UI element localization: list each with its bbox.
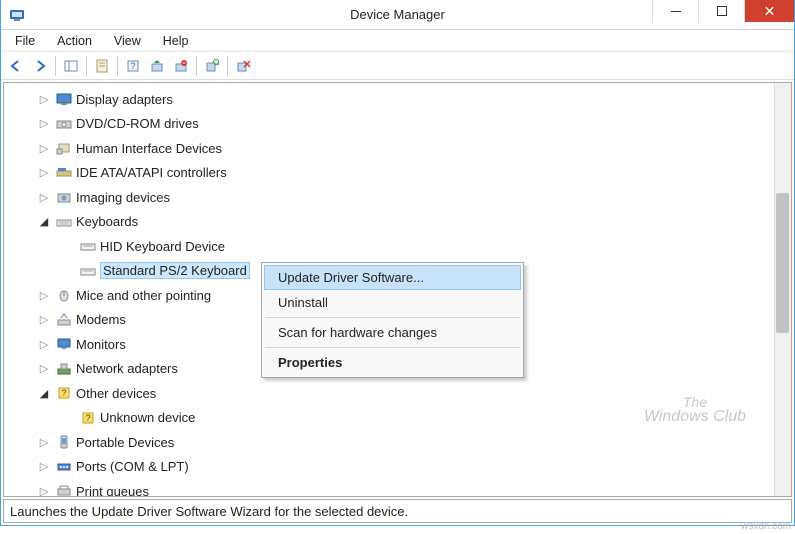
display-icon [56,91,72,107]
source-label: wsxdn.com [741,521,791,532]
scrollbar-thumb[interactable] [776,193,789,333]
svg-text:?: ? [85,413,90,423]
update-driver-button[interactable] [146,55,168,77]
show-hide-tree-button[interactable] [60,55,82,77]
ctx-separator [265,317,520,318]
scan-hardware-button[interactable] [201,55,223,77]
menu-action[interactable]: Action [47,32,102,50]
menu-help[interactable]: Help [153,32,199,50]
statusbar: Launches the Update Driver Software Wiza… [3,499,792,523]
keyboard-icon [56,214,72,230]
mouse-icon [56,287,72,303]
menu-view[interactable]: View [104,32,151,50]
context-menu: Update Driver Software... Uninstall Scan… [261,262,524,378]
status-text: Launches the Update Driver Software Wiza… [10,504,408,519]
monitor-icon [56,336,72,352]
tree-node-hid-keyboard[interactable]: HID Keyboard Device [80,234,791,259]
hid-icon [56,140,72,156]
disable-button[interactable] [232,55,254,77]
tree-node-ports[interactable]: ▷Ports (COM & LPT) [56,455,791,480]
modem-icon [56,312,72,328]
tree-node-print[interactable]: ▷Print queues [56,479,791,497]
toolbar: ? [1,52,794,80]
camera-icon [56,189,72,205]
network-icon [56,361,72,377]
tree-node-imaging[interactable]: ▷Imaging devices [56,185,791,210]
uninstall-button[interactable] [170,55,192,77]
tree-node-hid[interactable]: ▷Human Interface Devices [56,136,791,161]
back-button[interactable] [5,55,27,77]
properties-button[interactable] [91,55,113,77]
tree-node-unknown-device[interactable]: ?Unknown device [80,406,791,431]
tree-node-keyboards[interactable]: ◢Keyboards [56,210,791,235]
ctx-separator [265,347,520,348]
tree-node-display-adapters[interactable]: ▷Display adapters [56,87,791,112]
vertical-scrollbar[interactable] [774,83,791,496]
unknown-device-icon: ? [80,410,96,426]
titlebar[interactable]: Device Manager ✕ [1,0,794,30]
disc-drive-icon [56,116,72,132]
help-button[interactable]: ? [122,55,144,77]
svg-text:?: ? [61,388,66,398]
printer-icon [56,483,72,497]
svg-text:?: ? [130,61,135,71]
ports-icon [56,459,72,475]
other-devices-icon: ? [56,385,72,401]
ctx-uninstall[interactable]: Uninstall [264,290,521,315]
tree-node-ide[interactable]: ▷IDE ATA/ATAPI controllers [56,161,791,186]
keyboard-icon [80,238,96,254]
window-title: Device Manager [1,7,794,22]
ctx-properties[interactable]: Properties [264,350,521,375]
tree-node-dvd[interactable]: ▷DVD/CD-ROM drives [56,112,791,137]
portable-icon [56,434,72,450]
ctx-scan-hardware[interactable]: Scan for hardware changes [264,320,521,345]
tree-node-portable[interactable]: ▷Portable Devices [56,430,791,455]
forward-button[interactable] [29,55,51,77]
ctx-update-driver[interactable]: Update Driver Software... [264,265,521,290]
tree-node-other[interactable]: ◢?Other devices [56,381,791,406]
menu-file[interactable]: File [5,32,45,50]
ide-icon [56,165,72,181]
keyboard-icon [80,263,96,279]
menubar: File Action View Help [1,30,794,52]
